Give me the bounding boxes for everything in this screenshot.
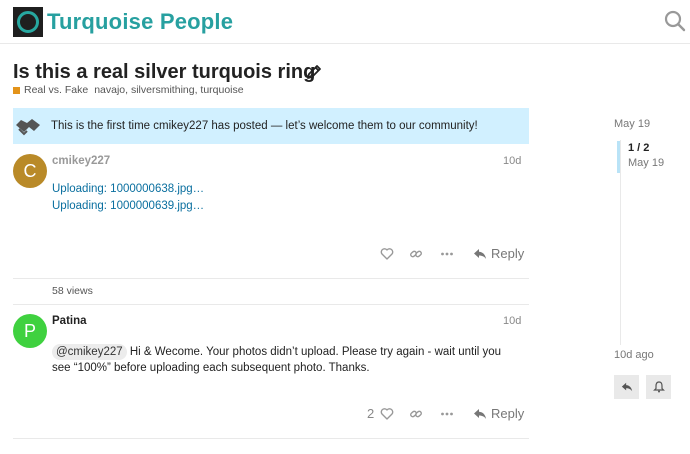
link-icon[interactable] xyxy=(409,407,423,421)
user-mention[interactable]: @cmikey227 xyxy=(52,344,127,360)
post-date[interactable]: 10d xyxy=(503,155,521,167)
reply-icon xyxy=(474,408,486,419)
site-title[interactable]: Turquoise People xyxy=(47,7,233,37)
avatar[interactable]: C xyxy=(13,154,47,188)
ellipsis-icon[interactable] xyxy=(440,407,454,421)
topic-title[interactable]: Is this a real silver turquois ring xyxy=(13,60,315,84)
divider xyxy=(13,304,529,305)
view-count: 58 views xyxy=(52,285,93,297)
like-count[interactable]: 2 xyxy=(367,406,374,421)
site-logo[interactable] xyxy=(13,7,43,37)
category-link[interactable]: Real vs. Fake xyxy=(24,84,88,96)
notification-button[interactable] xyxy=(646,375,671,399)
reply-button[interactable]: Reply xyxy=(473,406,524,421)
attachment-link[interactable]: Uploading: 1000000639.jpg… xyxy=(52,200,204,212)
topic-meta: Real vs. Fake navajo, silversmithing, tu… xyxy=(13,84,244,96)
timeline-handle[interactable] xyxy=(617,141,620,173)
handshake-icon xyxy=(16,119,40,136)
link-icon[interactable] xyxy=(409,247,423,261)
pencil-icon[interactable] xyxy=(305,63,323,81)
site-header: Turquoise People xyxy=(0,0,690,44)
heart-icon[interactable] xyxy=(380,247,394,261)
timeline-current-date: May 19 xyxy=(628,157,665,169)
reply-icon xyxy=(474,248,486,259)
reply-button[interactable]: Reply xyxy=(473,246,524,261)
divider xyxy=(13,278,529,279)
divider xyxy=(13,438,529,439)
timeline-position: 1 / 2 xyxy=(628,142,650,154)
ellipsis-icon[interactable] xyxy=(440,247,454,261)
reply-icon xyxy=(621,382,632,392)
category-badge xyxy=(13,86,20,94)
first-post-notice: This is the first time cmikey227 has pos… xyxy=(13,108,529,144)
reply-label: Reply xyxy=(491,406,525,421)
heart-icon[interactable] xyxy=(380,407,394,421)
username[interactable]: Patina xyxy=(52,315,87,327)
notice-text: This is the first time cmikey227 has pos… xyxy=(51,120,478,132)
avatar-letter: C xyxy=(23,160,37,181)
avatar-letter: P xyxy=(23,320,36,341)
reply-label: Reply xyxy=(491,246,525,261)
attachment-link[interactable]: Uploading: 1000000638.jpg… xyxy=(52,183,204,195)
timeline-reply-button[interactable] xyxy=(614,375,639,399)
username[interactable]: cmikey227 xyxy=(52,155,110,167)
timeline-start-date[interactable]: May 19 xyxy=(614,118,650,130)
bell-icon xyxy=(652,381,665,393)
post-date[interactable]: 10d xyxy=(503,315,521,327)
timeline-end-date[interactable]: 10d ago xyxy=(614,349,654,361)
logo-ring-icon xyxy=(17,11,39,33)
timeline-track[interactable] xyxy=(620,140,621,345)
avatar[interactable]: P xyxy=(13,314,47,348)
post-body: @cmikey227 Hi & Wecome. Your photos didn… xyxy=(52,344,512,376)
tag-list[interactable]: navajo, silversmithing, turquoise xyxy=(94,84,243,96)
search-icon[interactable] xyxy=(664,10,686,32)
